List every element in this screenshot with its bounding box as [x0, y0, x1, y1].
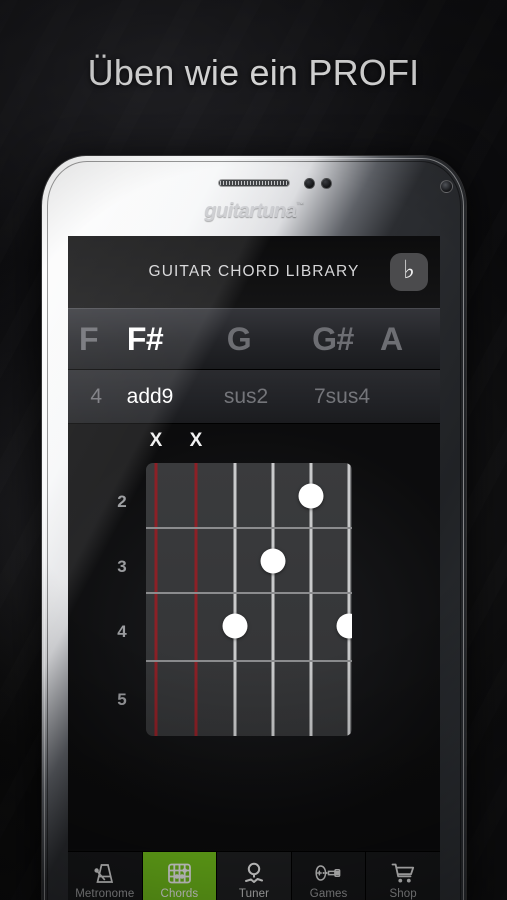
finger-dot-string4-fret3 [260, 548, 286, 574]
proximity-sensor-icon [304, 178, 315, 189]
note-item-fsharp[interactable]: F# [98, 321, 192, 358]
note-item-a[interactable]: A [380, 321, 406, 358]
string-4 [271, 463, 275, 736]
note-item-f[interactable]: F [68, 321, 98, 358]
string-6 [347, 463, 351, 736]
note-selector[interactable]: F F# G G# A [68, 308, 440, 370]
app-header: GUITAR CHORD LIBRARY ♭ [68, 236, 440, 308]
finger-dot-string3-fret4 [222, 613, 248, 639]
type-item-sus2[interactable]: sus2 [198, 385, 294, 409]
device-brand-label: guitartuna™ [42, 200, 466, 223]
nav-label-chords: Chords [160, 887, 199, 900]
type-item-add9[interactable]: add9 [102, 385, 198, 409]
light-sensor-icon [321, 178, 332, 189]
fret-line-2 [146, 592, 352, 594]
nav-item-chords[interactable]: Chords [142, 852, 218, 900]
type-item-4[interactable]: 4 [68, 385, 102, 409]
string-2-muted [194, 463, 198, 736]
nav-item-metronome[interactable]: Metronome [68, 852, 143, 900]
brand-trademark: ™ [296, 200, 304, 209]
fret-line-1 [146, 527, 352, 529]
metronome-icon [91, 861, 118, 886]
finger-dot-string5-fret2 [298, 483, 324, 509]
front-camera-icon [440, 180, 453, 193]
bottom-navigation[interactable]: Metronome Chords Tuner Games Shop [68, 851, 440, 900]
nav-label-games: Games [309, 887, 348, 900]
phone-screen: GUITAR CHORD LIBRARY ♭ F F# G G# A 4 add… [68, 236, 440, 900]
promo-screenshot: Üben wie ein PROFI guitartuna™ GUITAR CH… [0, 0, 507, 900]
flat-toggle-button[interactable]: ♭ [390, 253, 428, 291]
nav-label-shop: Shop [389, 887, 417, 900]
app-title: GUITAR CHORD LIBRARY [148, 263, 360, 280]
string-3 [233, 463, 237, 736]
fret-number-5: 5 [117, 690, 127, 709]
fretboard[interactable] [146, 463, 352, 736]
muted-marker-string-1: X [149, 430, 163, 451]
fret-number-2: 2 [117, 492, 127, 511]
nav-item-games[interactable]: Games [291, 852, 367, 900]
speaker-mesh [220, 181, 288, 185]
nav-label-metronome: Metronome [75, 887, 135, 900]
page-title: Üben wie ein PROFI [87, 52, 420, 93]
shopping-cart-icon [390, 861, 417, 886]
guitar-gamepad-icon [315, 861, 342, 886]
phone-device: guitartuna™ GUITAR CHORD LIBRARY ♭ F F# … [42, 156, 466, 900]
type-item-7sus4[interactable]: 7sus4 [294, 385, 390, 409]
note-item-g[interactable]: G [192, 321, 286, 358]
muted-string-markers: X X [68, 430, 440, 456]
brand-text: guitartuna [204, 200, 297, 222]
nav-item-tuner[interactable]: Tuner [217, 852, 292, 900]
chord-diagram: X X 2 3 4 5 [68, 424, 440, 849]
note-item-gsharp[interactable]: G# [286, 321, 380, 358]
nav-item-shop[interactable]: Shop [366, 852, 440, 900]
chord-grid-icon [166, 861, 193, 886]
fret-line-3 [146, 660, 352, 662]
nav-label-tuner: Tuner [238, 887, 270, 900]
string-1-muted [154, 463, 158, 736]
tuning-peg-icon [240, 861, 267, 886]
speaker-grille-icon [218, 179, 290, 187]
finger-dot-string6-fret4 [336, 613, 352, 639]
fret-number-4: 4 [117, 622, 127, 641]
chord-type-selector[interactable]: 4 add9 sus2 7sus4 [68, 370, 440, 424]
fret-number-3: 3 [117, 557, 127, 576]
muted-marker-string-2: X [189, 430, 203, 451]
